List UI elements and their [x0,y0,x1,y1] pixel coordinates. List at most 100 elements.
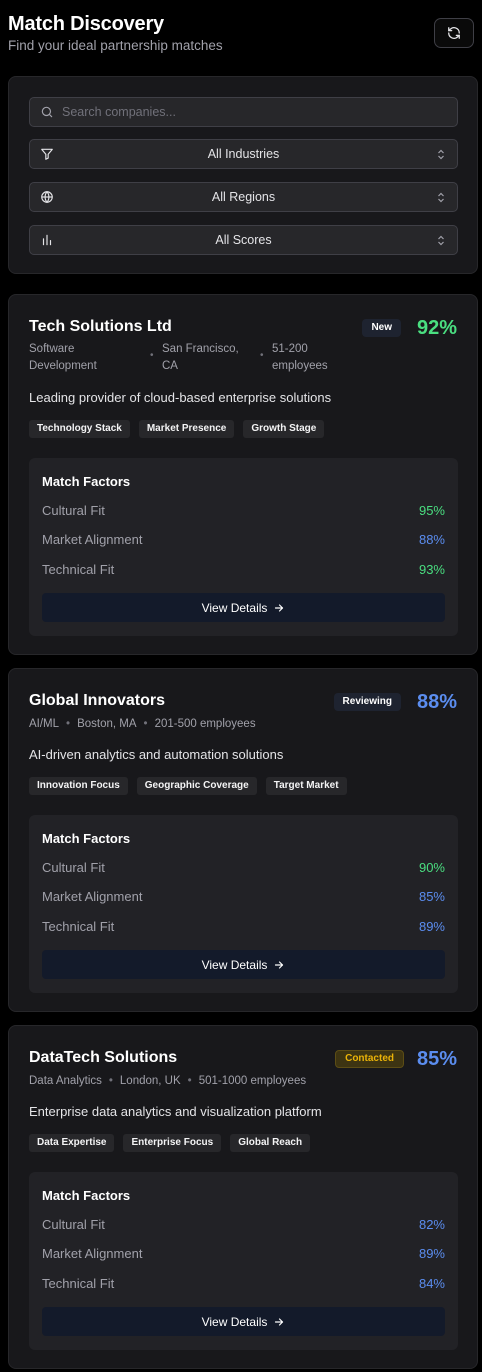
status-badge: Contacted [335,1050,404,1068]
chevron-updown-icon [438,192,444,203]
tag-list: Innovation Focus Geographic Coverage Tar… [29,777,347,795]
factor-label: Cultural Fit [42,503,105,518]
tag: Growth Stage [243,420,325,438]
meta-separator: • [260,350,264,361]
meta-separator: • [66,718,71,730]
region-select-value: All Regions [211,190,276,204]
factor-row: Market Alignment 85% [42,889,445,907]
factor-label: Market Alignment [42,1246,143,1261]
region-select[interactable]: All Regions [29,182,458,212]
factor-value: 85% [418,889,445,904]
factor-row: Technical Fit 89% [42,919,445,937]
search-input[interactable] [62,98,452,126]
company-description: AI-driven analytics and automation solut… [29,747,284,762]
factor-label: Technical Fit [42,562,115,577]
tag: Global Reach [230,1134,311,1152]
industry-select-value: All Industries [207,147,280,161]
match-factors-title: Match Factors [42,831,131,846]
company-name: DataTech Solutions [29,1049,178,1066]
match-factors-title: Match Factors [42,474,131,489]
refresh-button[interactable] [434,18,474,48]
company-industry: Software Development [29,343,97,372]
tag-list: Technology Stack Market Presence Growth … [29,420,325,438]
company-description: Enterprise data analytics and visualizat… [29,1104,322,1119]
company-location: Boston, MA [77,718,137,730]
arrow-right-icon [275,960,284,969]
tag: Technology Stack [29,420,130,438]
score-select-value: All Scores [215,233,272,247]
company-name: Tech Solutions Ltd [29,318,172,335]
factor-label: Technical Fit [42,919,115,934]
match-score: 88% [416,691,457,713]
match-factors-panel: Match Factors Cultural Fit 90% Market Al… [29,815,458,993]
chevron-updown-icon [438,149,444,160]
factor-row: Market Alignment 88% [42,532,445,550]
page-title: Match Discovery [8,13,164,35]
view-details-label: View Details [201,1314,268,1329]
score-select[interactable]: All Scores [29,225,458,255]
company-location: San Francisco, CA [162,343,239,372]
match-score: 92% [416,317,457,339]
factor-value: 88% [418,532,445,547]
tag: Market Presence [138,420,235,438]
company-name: Global Innovators [29,692,166,709]
view-details-label: View Details [201,957,268,972]
match-factors-title: Match Factors [42,1188,131,1203]
factor-value: 95% [418,503,445,518]
meta-separator: • [150,350,154,361]
factor-row: Cultural Fit 82% [42,1217,445,1235]
filters-panel: All Industries All Regions All Scores [8,76,478,274]
factor-value: 93% [418,562,445,577]
tag-list: Data Expertise Enterprise Focus Global R… [29,1134,311,1152]
filter-icon [41,148,53,160]
match-score: 85% [416,1048,457,1070]
industry-select[interactable]: All Industries [29,139,458,169]
match-card: DataTech Solutions Contacted 85% Data An… [8,1025,478,1369]
view-details-button[interactable]: View Details [42,950,445,979]
company-location: London, UK [119,1075,181,1087]
factor-label: Market Alignment [42,889,143,904]
factor-label: Cultural Fit [42,1217,105,1232]
factor-row: Cultural Fit 90% [42,860,445,878]
match-card: Tech Solutions Ltd New 92% Software Deve… [8,294,478,655]
factor-label: Technical Fit [42,1276,115,1291]
page-header: Match Discovery Find your ideal partners… [8,12,478,60]
company-size: 51-200 employees [272,343,328,372]
match-factors-panel: Match Factors Cultural Fit 95% Market Al… [29,458,458,636]
company-industry: Data Analytics [29,1075,102,1087]
search-field[interactable] [29,97,458,127]
refresh-icon [448,27,460,39]
view-details-button[interactable]: View Details [42,1307,445,1336]
factor-label: Cultural Fit [42,860,105,875]
factor-value: 89% [418,919,445,934]
company-size: 501-1000 employees [198,1075,307,1087]
meta-separator: • [143,718,148,730]
arrow-right-icon [275,1317,284,1326]
view-details-button[interactable]: View Details [42,593,445,622]
chevron-updown-icon [438,235,444,246]
company-description: Leading provider of cloud-based enterpri… [29,390,332,405]
factor-value: 89% [418,1246,445,1261]
meta-separator: • [108,1075,113,1087]
factor-label: Market Alignment [42,532,143,547]
search-icon [41,106,53,118]
factor-value: 84% [418,1276,445,1291]
match-factors-panel: Match Factors Cultural Fit 82% Market Al… [29,1172,458,1350]
factor-row: Technical Fit 84% [42,1276,445,1294]
factor-row: Market Alignment 89% [42,1246,445,1264]
factor-value: 90% [418,860,445,875]
company-size: 201-500 employees [154,718,256,730]
status-badge: New [362,319,401,337]
meta-separator: • [187,1075,192,1087]
factor-value: 82% [418,1217,445,1232]
match-card: Global Innovators Reviewing 88% AI/ML • Bo… [8,668,478,1012]
tag: Innovation Focus [29,777,128,795]
tag: Data Expertise [29,1134,115,1152]
company-meta: AI/ML • Boston, MA • 201-500 employees [29,716,256,733]
tag: Geographic Coverage [136,777,257,795]
page-subtitle: Find your ideal partnership matches [8,38,223,53]
globe-icon [41,190,53,204]
tag: Enterprise Focus [123,1134,222,1152]
tag: Target Market [265,777,347,795]
company-industry: AI/ML [29,718,60,730]
